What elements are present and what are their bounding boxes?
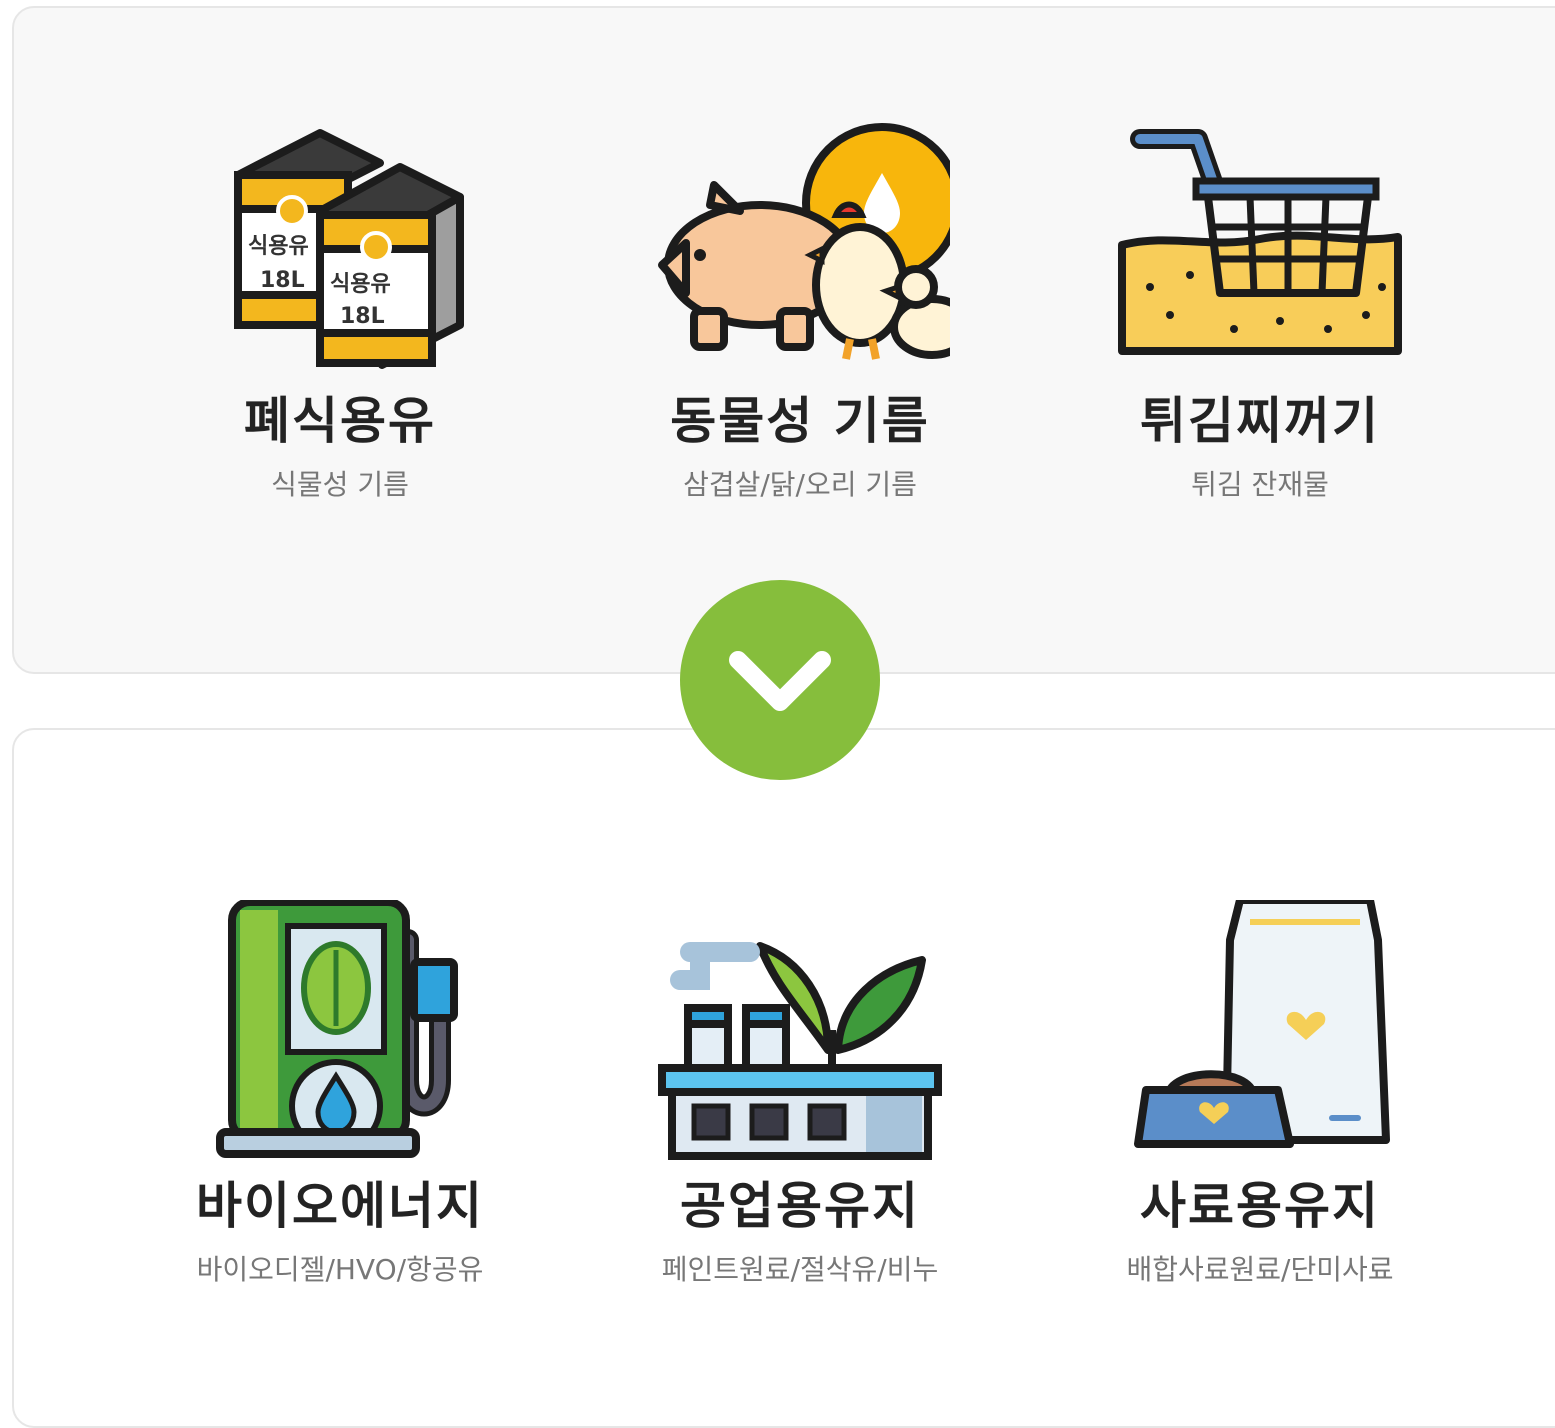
product-title: 사료용유지 [1140, 1177, 1380, 1235]
fuel-pump-icon [190, 900, 490, 1160]
svg-text:18L: 18L [340, 304, 385, 329]
flow-arrow-circle [680, 580, 880, 780]
svg-text:식용유: 식용유 [330, 272, 391, 297]
product-subtitle: 바이오디젤/HVO/항공유 [196, 1253, 484, 1286]
animals-icon [650, 115, 950, 375]
source-title: 동물성 기름 [670, 392, 930, 450]
pet-food-icon [1110, 900, 1410, 1160]
product-subtitle: 페인트원료/절삭유/비누 [661, 1253, 939, 1286]
svg-text:18L: 18L [260, 268, 305, 293]
product-subtitle: 배합사료원료/단미사료 [1126, 1253, 1394, 1286]
chevron-down-icon [729, 651, 831, 711]
source-title: 폐식용유 [244, 392, 436, 450]
fryer-basket-icon [1110, 115, 1410, 375]
source-subtitle: 삼겹살/닭/오리 기름 [683, 468, 917, 501]
oil-can-icon: 식용유 18L 식용유 18L [190, 115, 490, 375]
product-title: 바이오에너지 [196, 1177, 484, 1235]
source-title: 튀김찌꺼기 [1140, 392, 1380, 450]
source-subtitle: 튀김 잔재물 [1191, 468, 1329, 501]
product-title: 공업용유지 [680, 1177, 920, 1235]
source-subtitle: 식물성 기름 [271, 468, 409, 501]
factory-plant-icon [650, 900, 950, 1160]
svg-text:식용유: 식용유 [248, 234, 309, 259]
